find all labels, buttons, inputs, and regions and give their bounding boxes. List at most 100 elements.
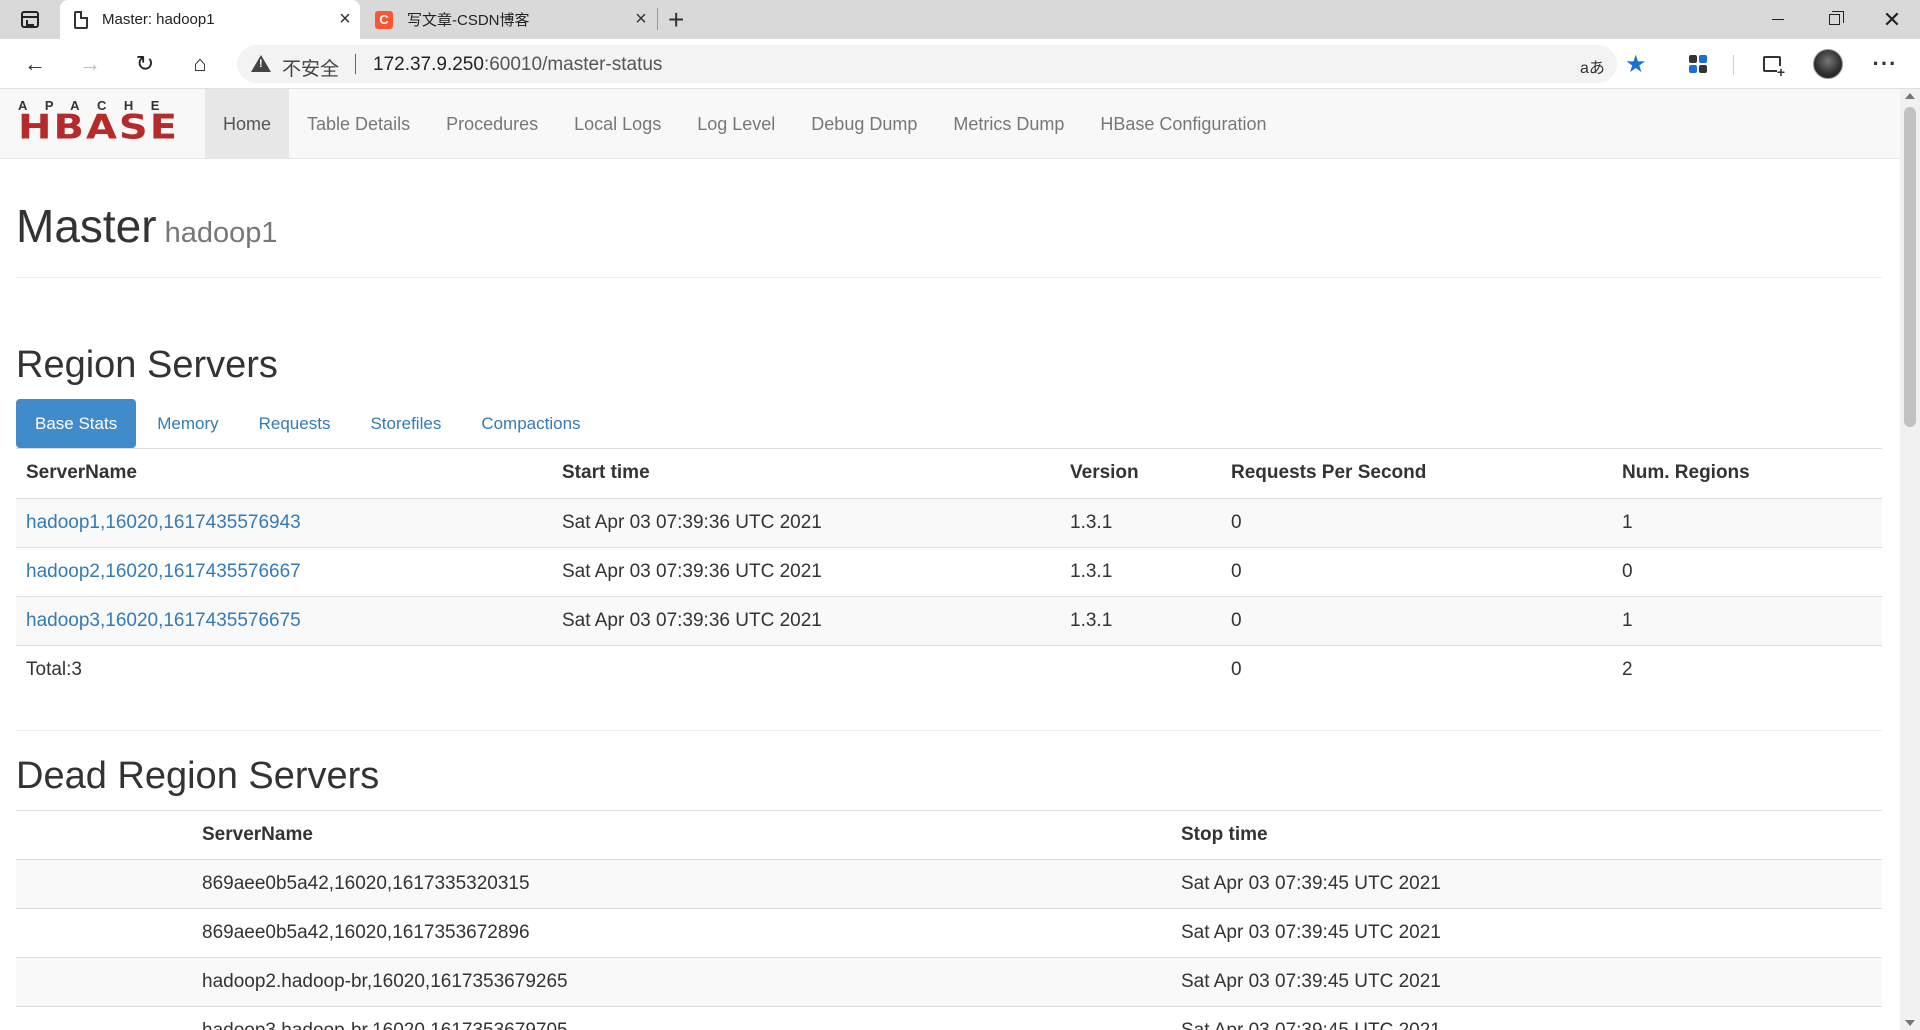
server-link[interactable]: hadoop1,16020,1617435576943 [26, 512, 301, 533]
browser-tab-active[interactable]: Master: hadoop1 × [60, 0, 360, 39]
favorite-star-icon[interactable]: ★ [1625, 50, 1647, 79]
server-link[interactable]: hadoop3,16020,1617435576675 [26, 610, 301, 631]
main-content: Master hadoop1 Region Servers Base Stats … [16, 159, 1882, 1030]
region-servers-tabs: Base Stats Memory Requests Storefiles Co… [16, 399, 1882, 449]
table-row: 869aee0b5a42,16020,1617335320315 Sat Apr… [16, 859, 1882, 909]
table-row: hadoop3.hadoop-br,16020,1617353679705 Sa… [16, 1006, 1882, 1030]
address-bar[interactable]: 不安全 172.37.9.250:60010/master-status aあ … [237, 45, 1647, 83]
table-header-row: ServerName Stop time [16, 810, 1882, 860]
start-time: Sat Apr 03 07:39:36 UTC 2021 [552, 497, 1060, 547]
hbase-logo[interactable]: APACHE HBASE [18, 99, 186, 145]
more-options-icon[interactable]: ··· [1870, 49, 1900, 79]
column-header: ServerName [192, 810, 1171, 860]
page-viewport: APACHE HBASE Home Table Details Procedur… [0, 89, 1900, 1030]
tab-compactions[interactable]: Compactions [462, 399, 599, 448]
total-regions: 2 [1612, 644, 1882, 694]
minimize-window-button[interactable] [1750, 0, 1806, 39]
tab-actions-icon[interactable] [18, 8, 42, 32]
forward-arrow-icon[interactable]: → [75, 49, 105, 79]
nav-home[interactable]: Home [205, 89, 290, 159]
tab-divider [657, 8, 658, 30]
tab-requests[interactable]: Requests [240, 399, 350, 448]
version: 1.3.1 [1060, 546, 1221, 596]
requests-per-second: 0 [1221, 546, 1612, 596]
page-title: Master hadoop1 [16, 200, 278, 252]
csdn-favicon-icon: C [375, 10, 393, 29]
nav-metrics-dump[interactable]: Metrics Dump [935, 89, 1082, 159]
read-aloud-icon[interactable]: aあ [1580, 54, 1605, 78]
warning-icon[interactable] [251, 55, 271, 72]
page-subtitle: hadoop1 [164, 217, 278, 249]
url-text[interactable]: 172.37.9.250:60010/master-status [373, 54, 662, 76]
home-icon[interactable]: ⌂ [185, 49, 215, 79]
tab-storefiles[interactable]: Storefiles [351, 399, 460, 448]
column-header: Start time [552, 449, 1060, 499]
column-header: Version [1060, 449, 1221, 499]
table-row: 869aee0b5a42,16020,1617353672896 Sat Apr… [16, 908, 1882, 958]
dead-server-name: hadoop3.hadoop-br,16020,1617353679705 [192, 1006, 1171, 1030]
requests-per-second: 0 [1221, 595, 1612, 645]
stop-time: Sat Apr 03 07:39:45 UTC 2021 [1171, 1006, 1882, 1030]
table-row: hadoop3,16020,1617435576675 Sat Apr 03 0… [16, 595, 1882, 645]
num-regions: 1 [1612, 595, 1882, 645]
dead-region-servers-heading: Dead Region Servers [16, 755, 380, 797]
dead-server-name: 869aee0b5a42,16020,1617353672896 [192, 908, 1171, 958]
row-index [16, 1006, 192, 1030]
num-regions: 0 [1612, 546, 1882, 596]
tab-title: 写文章-CSDN博客 [407, 12, 530, 29]
url-divider [355, 54, 356, 74]
region-servers-heading: Region Servers [16, 344, 278, 386]
start-time: Sat Apr 03 07:39:36 UTC 2021 [552, 595, 1060, 645]
nav-table-details[interactable]: Table Details [289, 89, 428, 159]
back-arrow-icon[interactable]: ← [20, 49, 50, 79]
nav-debug-dump[interactable]: Debug Dump [793, 89, 935, 159]
hbase-navbar: APACHE HBASE Home Table Details Procedur… [0, 89, 1900, 159]
total-label: Total:3 [16, 644, 552, 694]
page-scrollbar[interactable] [1900, 89, 1920, 1030]
scrollbar-thumb[interactable] [1904, 107, 1916, 427]
column-header [16, 810, 192, 860]
column-header: Stop time [1171, 810, 1882, 860]
extensions-icon[interactable] [1683, 49, 1713, 79]
restore-window-button[interactable] [1806, 0, 1862, 39]
tab-memory[interactable]: Memory [138, 399, 237, 448]
browser-tab-strip: Master: hadoop1 × C 写文章-CSDN博客 × + ✕ [0, 0, 1920, 39]
tab-title: Master: hadoop1 [102, 11, 215, 28]
security-status[interactable]: 不安全 [282, 54, 339, 81]
profile-avatar[interactable] [1813, 49, 1843, 79]
close-tab-icon[interactable]: × [330, 8, 360, 31]
dead-server-name: hadoop2.hadoop-br,16020,1617353679265 [192, 957, 1171, 1007]
page-icon [74, 10, 88, 29]
region-servers-table: ServerName Start time Version Requests P… [16, 449, 1882, 694]
dead-server-name: 869aee0b5a42,16020,1617335320315 [192, 859, 1171, 909]
refresh-icon[interactable]: ↻ [130, 49, 160, 79]
num-regions: 1 [1612, 497, 1882, 547]
nav-procedures[interactable]: Procedures [428, 89, 556, 159]
column-header: Requests Per Second [1221, 449, 1612, 499]
table-row: hadoop2.hadoop-br,16020,1617353679265 Sa… [16, 957, 1882, 1007]
nav-local-logs[interactable]: Local Logs [556, 89, 679, 159]
row-index [16, 957, 192, 1007]
close-window-button[interactable]: ✕ [1864, 0, 1920, 39]
nav-hbase-configuration[interactable]: HBase Configuration [1082, 89, 1284, 159]
browser-toolbar: ← → ↻ ⌂ 不安全 172.37.9.250:60010/master-st… [0, 39, 1920, 89]
scroll-down-icon[interactable] [1905, 1020, 1915, 1026]
collections-icon[interactable] [1757, 49, 1787, 79]
close-tab-icon[interactable]: × [626, 8, 656, 31]
main-nav: Home Table Details Procedures Local Logs… [205, 89, 1284, 159]
version: 1.3.1 [1060, 595, 1221, 645]
tab-base-stats[interactable]: Base Stats [16, 399, 137, 448]
dead-region-servers-table: ServerName Stop time 869aee0b5a42,16020,… [16, 810, 1882, 1030]
toolbar-divider [1733, 55, 1734, 75]
new-tab-icon[interactable]: + [668, 4, 684, 36]
row-index [16, 908, 192, 958]
server-link[interactable]: hadoop2,16020,1617435576667 [26, 561, 301, 582]
scroll-up-icon[interactable] [1905, 93, 1915, 99]
version: 1.3.1 [1060, 497, 1221, 547]
stop-time: Sat Apr 03 07:39:45 UTC 2021 [1171, 908, 1882, 958]
stop-time: Sat Apr 03 07:39:45 UTC 2021 [1171, 859, 1882, 909]
nav-log-level[interactable]: Log Level [679, 89, 793, 159]
table-row: hadoop2,16020,1617435576667 Sat Apr 03 0… [16, 546, 1882, 596]
browser-tab-csdn[interactable]: C 写文章-CSDN博客 × [361, 0, 656, 39]
total-row: Total:3 0 2 [16, 644, 1882, 694]
